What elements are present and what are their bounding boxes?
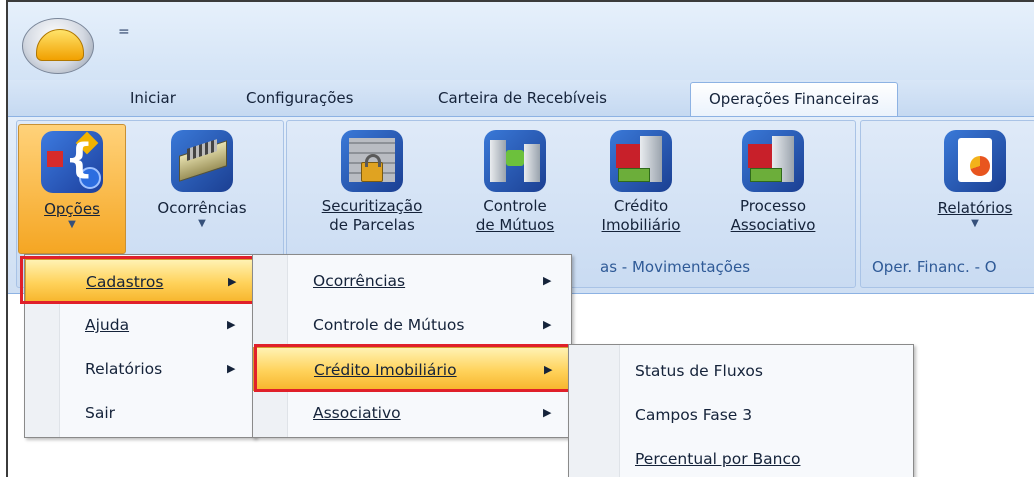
tab-carteira-de-recebiveis[interactable]: Carteira de Recebíveis bbox=[438, 82, 607, 116]
relatorios-button[interactable]: Relatórios ▼ bbox=[920, 124, 1030, 230]
menu-item-label: Relatórios bbox=[85, 360, 163, 378]
menu-item-label: Percentual por Banco bbox=[635, 450, 801, 468]
chevron-right-icon: ▶ bbox=[227, 318, 236, 331]
credito-imobiliario-button[interactable]: Crédito Imobiliário bbox=[586, 124, 696, 235]
menu-item-ajuda[interactable]: Ajuda ▶ bbox=[25, 303, 257, 347]
menu-item-label: Controle de Mútuos bbox=[313, 316, 465, 334]
menu-item-percentual-por-banco[interactable]: Percentual por Banco bbox=[569, 437, 915, 477]
relatorios-label: Relatórios bbox=[937, 199, 1013, 217]
menu-item-label: Campos Fase 3 bbox=[635, 406, 753, 424]
gears-icon bbox=[171, 130, 233, 192]
processo-associativo-button[interactable]: Processo Associativo bbox=[718, 124, 828, 235]
buildings-transfer-icon bbox=[484, 130, 546, 192]
securitizacao-line1: Securitização bbox=[302, 197, 442, 216]
controle-line1: Controle bbox=[483, 197, 547, 215]
securitizacao-line2: de Parcelas bbox=[329, 216, 415, 234]
chevron-down-icon: ▼ bbox=[971, 218, 979, 229]
credito-line2: Imobiliário bbox=[601, 216, 681, 234]
menu-item-sair[interactable]: Sair bbox=[25, 391, 257, 435]
house-money-icon bbox=[742, 130, 804, 192]
group-label-movimentacoes: as - Movimentações bbox=[600, 258, 751, 276]
menu-item-label: Ajuda bbox=[85, 316, 130, 334]
menu-item-associativo[interactable]: Associativo ▶ bbox=[253, 391, 573, 435]
chevron-down-icon: ▼ bbox=[68, 219, 76, 230]
credito-line1: Crédito bbox=[613, 197, 669, 215]
chevron-right-icon: ▶ bbox=[543, 274, 552, 287]
chevron-right-icon: ▶ bbox=[227, 362, 236, 375]
tab-iniciar[interactable]: Iniciar bbox=[130, 82, 176, 116]
title-bar: = bbox=[8, 2, 1034, 80]
controle-de-mutuos-button[interactable]: Controle de Mútuos bbox=[460, 124, 570, 235]
lock-wall-icon bbox=[341, 130, 403, 192]
chevron-right-icon: ▶ bbox=[543, 406, 552, 419]
opcoes-button[interactable]: { Opções ▼ bbox=[18, 124, 126, 254]
tab-operacoes-financeiras[interactable]: Operações Financeiras bbox=[690, 82, 898, 117]
menu-item-controle-de-mutuos[interactable]: Controle de Mútuos ▶ bbox=[253, 303, 573, 347]
menu-item-label: Associativo bbox=[313, 404, 401, 422]
ocorrencias-button[interactable]: Ocorrências ▼ bbox=[136, 124, 268, 230]
menu-item-label: Status de Fluxos bbox=[635, 362, 763, 380]
menu-item-label: Ocorrências bbox=[313, 272, 406, 290]
helmet-icon bbox=[36, 29, 84, 61]
application-window: = Iniciar Configurações Carteira de Rece… bbox=[6, 0, 1034, 477]
chevron-right-icon: ▶ bbox=[543, 318, 552, 331]
controle-line2: de Mútuos bbox=[475, 216, 555, 234]
processo-line2: Associativo bbox=[730, 216, 816, 234]
menu-item-relatorios[interactable]: Relatórios ▶ bbox=[25, 347, 257, 391]
quick-access-toolbar-customize[interactable]: = bbox=[118, 24, 130, 40]
menu-item-status-de-fluxos[interactable]: Status de Fluxos bbox=[569, 349, 915, 393]
annotation-highlight-credito-imobiliario bbox=[254, 344, 572, 392]
tab-configuracoes[interactable]: Configurações bbox=[246, 82, 353, 116]
opcoes-label: Opções bbox=[44, 200, 100, 218]
options-icon: { bbox=[41, 131, 103, 193]
application-menu-button[interactable] bbox=[22, 18, 94, 74]
menu-item-label: Sair bbox=[85, 404, 116, 422]
group-label-oper-financ: Oper. Financ. - O bbox=[872, 258, 997, 276]
securitizacao-de-parcelas-button[interactable]: Securitização de Parcelas bbox=[302, 124, 442, 235]
report-icon bbox=[944, 130, 1006, 192]
ocorrencias-label: Ocorrências bbox=[157, 199, 247, 217]
menu-item-campos-fase-3[interactable]: Campos Fase 3 bbox=[569, 393, 915, 437]
house-money-icon bbox=[610, 130, 672, 192]
chevron-down-icon: ▼ bbox=[198, 218, 206, 229]
processo-line1: Processo bbox=[739, 197, 807, 215]
securitizacao-text: Securitização bbox=[321, 197, 423, 215]
menu-item-ocorrencias[interactable]: Ocorrências ▶ bbox=[253, 259, 573, 303]
annotation-highlight-cadastros bbox=[20, 256, 256, 304]
credito-imobiliario-submenu: Status de Fluxos Campos Fase 3 Percentua… bbox=[568, 344, 914, 477]
